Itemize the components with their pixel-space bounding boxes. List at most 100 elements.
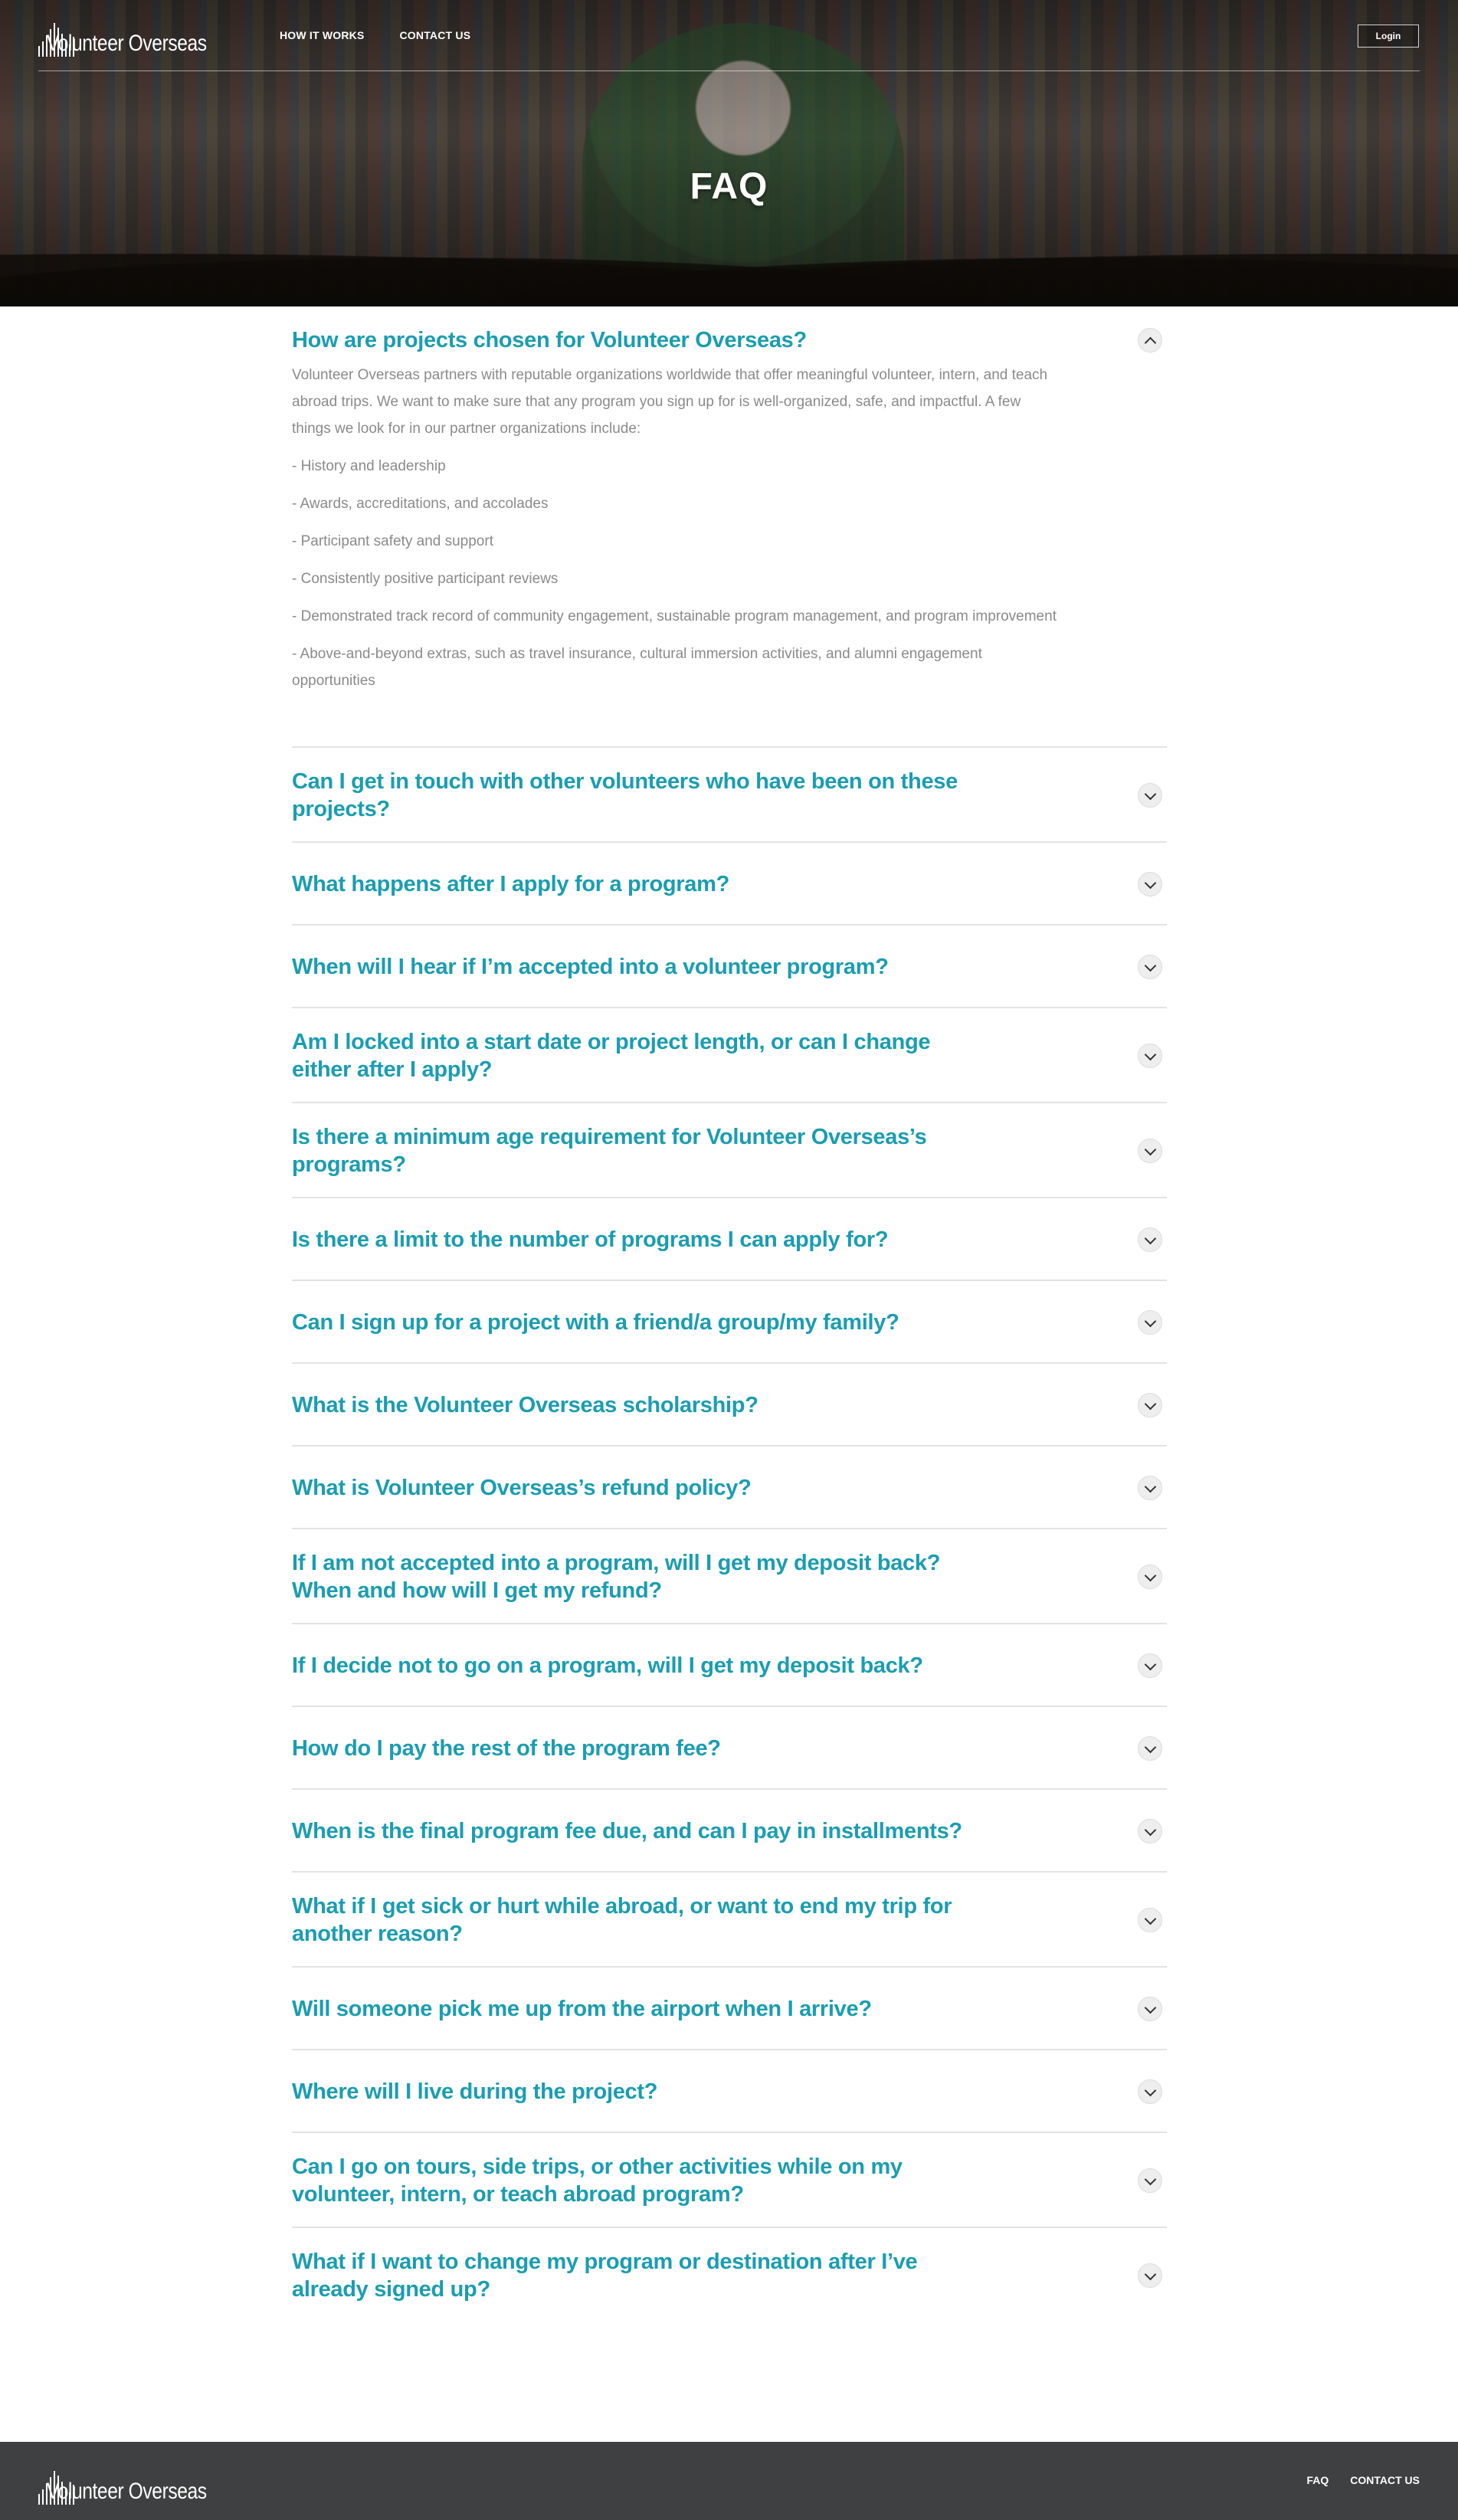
faq-question-toggle[interactable]: Will someone pick me up from the airport… [292, 1968, 1167, 2049]
hero-banner: Volunteer Overseas HOW IT WORKS CONTACT … [0, 0, 1458, 306]
faq-item: When will I hear if I’m accepted into a … [292, 926, 1167, 1008]
faq-item: Will someone pick me up from the airport… [292, 1968, 1167, 2050]
faq-question: Is there a minimum age requirement for V… [292, 1125, 927, 1177]
faq-question: If I decide not to go on a program, will… [292, 1653, 923, 1678]
faq-question-toggle[interactable]: Where will I live during the project? [292, 2050, 1167, 2132]
faq-question-toggle[interactable]: Can I get in touch with other volunteers… [292, 748, 1167, 841]
faq-question: What is Volunteer Overseas’s refund poli… [292, 1476, 752, 1500]
footer-logo[interactable]: Volunteer Overseas [38, 2462, 241, 2505]
chevron-down-icon[interactable] [1138, 1310, 1162, 1335]
faq-question-toggle[interactable]: What is the Volunteer Overseas scholarsh… [292, 1364, 1167, 1445]
faq-answer-bullet: - Above-and-beyond extras, such as trave… [292, 646, 982, 689]
faq-answer-bullet: - Demonstrated track record of community… [292, 608, 1057, 624]
faq-question-toggle[interactable]: Can I sign up for a project with a frien… [292, 1281, 1167, 1362]
faq-item: What is the Volunteer Overseas scholarsh… [292, 1364, 1167, 1447]
faq-question-toggle[interactable]: Is there a minimum age requirement for V… [292, 1103, 1167, 1197]
login-button[interactable]: Login [1358, 25, 1419, 48]
faq-question: Am I locked into a start date or project… [292, 1030, 931, 1082]
faq-item: What happens after I apply for a program… [292, 843, 1167, 926]
faq-question-toggle[interactable]: If I am not accepted into a program, wil… [292, 1529, 1167, 1623]
faq-item: If I decide not to go on a program, will… [292, 1624, 1167, 1707]
faq-question-toggle[interactable]: How are projects chosen for Volunteer Ov… [292, 306, 1167, 362]
faq-list: How are projects chosen for Volunteer Ov… [292, 306, 1167, 2322]
faq-item: Is there a limit to the number of progra… [292, 1198, 1167, 1281]
chevron-down-icon[interactable] [1138, 955, 1162, 979]
faq-question-toggle[interactable]: Am I locked into a start date or project… [292, 1008, 1167, 1102]
faq-item: Can I get in touch with other volunteers… [292, 748, 1167, 843]
faq-question-toggle[interactable]: How do I pay the rest of the program fee… [292, 1707, 1167, 1788]
faq-question: When will I hear if I’m accepted into a … [292, 955, 889, 979]
faq-answer-bullet: - Awards, accreditations, and accolades [292, 496, 549, 512]
faq-answer-intro: Volunteer Overseas partners with reputab… [292, 367, 1048, 437]
faq-question-toggle[interactable]: If I decide not to go on a program, will… [292, 1624, 1167, 1706]
faq-question: What if I want to change my program or d… [292, 2250, 918, 2302]
faq-question: Can I get in touch with other volunteers… [292, 769, 958, 821]
chevron-down-icon[interactable] [1138, 1565, 1162, 1589]
chevron-down-icon[interactable] [1138, 1908, 1162, 1932]
main-nav: HOW IT WORKS CONTACT US [280, 29, 470, 41]
logo-text: Volunteer Overseas [47, 2479, 207, 2504]
faq-question: Where will I live during the project? [292, 2079, 658, 2104]
chevron-down-icon[interactable] [1138, 872, 1162, 896]
faq-question-toggle[interactable]: What happens after I apply for a program… [292, 843, 1167, 924]
chevron-down-icon[interactable] [1138, 2079, 1162, 2104]
faq-item: If I am not accepted into a program, wil… [292, 1529, 1167, 1624]
chevron-down-icon[interactable] [1138, 1736, 1162, 1761]
faq-question-toggle[interactable]: What is Volunteer Overseas’s refund poli… [292, 1447, 1167, 1528]
faq-question: If I am not accepted into a program, wil… [292, 1551, 941, 1603]
faq-question: How are projects chosen for Volunteer Ov… [292, 328, 807, 352]
footer-link-contact-us[interactable]: CONTACT US [1350, 2474, 1420, 2486]
faq-question: Can I sign up for a project with a frien… [292, 1310, 899, 1335]
faq-answer-bullet: - Participant safety and support [292, 533, 493, 549]
chevron-down-icon[interactable] [1138, 1139, 1162, 1163]
faq-question-toggle[interactable]: Is there a limit to the number of progra… [292, 1198, 1167, 1280]
faq-item: Can I sign up for a project with a frien… [292, 1281, 1167, 1364]
header-divider [38, 70, 1420, 71]
faq-item: Am I locked into a start date or project… [292, 1008, 1167, 1103]
faq-question-toggle[interactable]: When is the final program fee due, and c… [292, 1790, 1167, 1871]
faq-answer: Volunteer Overseas partners with reputab… [292, 362, 1167, 746]
chevron-down-icon[interactable] [1138, 1044, 1162, 1068]
faq-item: How do I pay the rest of the program fee… [292, 1707, 1167, 1790]
chevron-down-icon[interactable] [1138, 783, 1162, 808]
faq-question: What if I get sick or hurt while abroad,… [292, 1894, 952, 1946]
footer-link-faq[interactable]: FAQ [1306, 2474, 1329, 2486]
faq-question-toggle[interactable]: What if I get sick or hurt while abroad,… [292, 1873, 1167, 1966]
nav-contact-us[interactable]: CONTACT US [400, 29, 471, 41]
nav-how-it-works[interactable]: HOW IT WORKS [280, 29, 365, 41]
chevron-down-icon[interactable] [1138, 2263, 1162, 2288]
faq-question: Is there a limit to the number of progra… [292, 1227, 889, 1252]
chevron-up-icon[interactable] [1138, 328, 1162, 352]
faq-question: Will someone pick me up from the airport… [292, 1997, 872, 2021]
chevron-down-icon[interactable] [1138, 2168, 1162, 2193]
logo-text: Volunteer Overseas [47, 31, 207, 56]
faq-item: Is there a minimum age requirement for V… [292, 1103, 1167, 1198]
chevron-down-icon[interactable] [1138, 1819, 1162, 1843]
faq-item: When is the final program fee due, and c… [292, 1790, 1167, 1873]
faq-item: What is Volunteer Overseas’s refund poli… [292, 1447, 1167, 1529]
faq-question-toggle[interactable]: What if I want to change my program or d… [292, 2228, 1167, 2322]
site-footer: Volunteer Overseas FAQ CONTACT US [0, 2442, 1458, 2520]
footer-nav: FAQ CONTACT US [1306, 2474, 1420, 2486]
faq-question: Can I go on tours, side trips, or other … [292, 2155, 903, 2207]
faq-item: Can I go on tours, side trips, or other … [292, 2133, 1167, 2228]
faq-question: What happens after I apply for a program… [292, 872, 729, 896]
faq-answer-bullet: - History and leadership [292, 458, 446, 474]
chevron-down-icon[interactable] [1138, 1393, 1162, 1417]
faq-item: Where will I live during the project? [292, 2050, 1167, 2133]
chevron-down-icon[interactable] [1138, 1653, 1162, 1678]
faq-item: What if I get sick or hurt while abroad,… [292, 1873, 1167, 1968]
faq-answer-bullet: - Consistently positive participant revi… [292, 571, 559, 587]
faq-question: What is the Volunteer Overseas scholarsh… [292, 1393, 758, 1417]
chevron-down-icon[interactable] [1138, 1476, 1162, 1500]
chevron-down-icon[interactable] [1138, 1997, 1162, 2021]
faq-question-toggle[interactable]: When will I hear if I’m accepted into a … [292, 926, 1167, 1007]
page-title: FAQ [690, 166, 768, 207]
faq-question: How do I pay the rest of the program fee… [292, 1736, 721, 1761]
header-logo[interactable]: Volunteer Overseas [38, 14, 241, 57]
faq-item-open: How are projects chosen for Volunteer Ov… [292, 306, 1167, 748]
faq-item: What if I want to change my program or d… [292, 2228, 1167, 2322]
faq-question-toggle[interactable]: Can I go on tours, side trips, or other … [292, 2133, 1167, 2227]
chevron-down-icon[interactable] [1138, 1227, 1162, 1252]
faq-question: When is the final program fee due, and c… [292, 1819, 962, 1843]
